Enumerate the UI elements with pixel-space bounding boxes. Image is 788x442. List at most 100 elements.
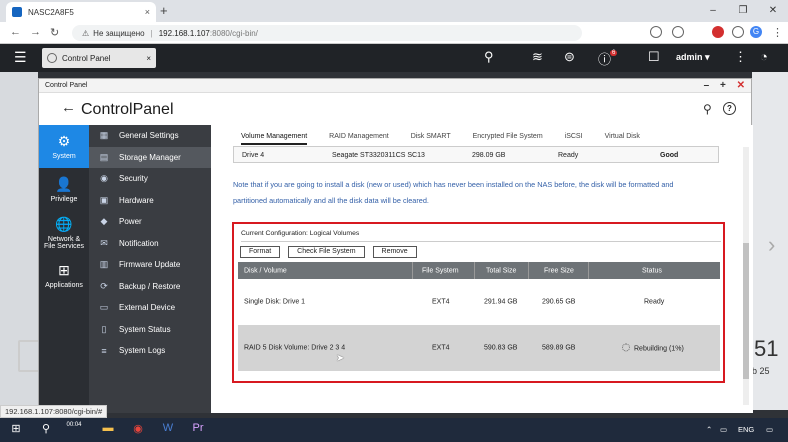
external-device-icon[interactable]: ⊜ (564, 49, 575, 65)
browser-tab[interactable]: NASC2A8F5 × (6, 2, 156, 22)
tab-raid-management[interactable]: RAID Management (329, 133, 389, 145)
notification-icon: ✉ (100, 237, 108, 248)
menu-label: Hardware (119, 195, 154, 205)
nav-label: Privilege (50, 196, 78, 203)
window-close-button[interactable]: ✕ (737, 80, 745, 91)
check-file-system-button[interactable]: Check File System (288, 246, 365, 258)
menu-storage-manager[interactable]: ▤ Storage Manager (89, 146, 211, 168)
window-minimize-button[interactable]: – (704, 80, 710, 91)
storage-subtabs: Volume Management RAID Management Disk S… (241, 133, 662, 145)
key-icon[interactable] (650, 26, 662, 38)
main-menu-icon[interactable]: ☰ (14, 49, 27, 66)
content-scrollbar[interactable] (743, 147, 749, 405)
menu-label: Power (119, 217, 142, 227)
app-tab-control-panel[interactable]: Control Panel × (42, 48, 156, 68)
table-header: Disk / Volume File System Total Size Fre… (238, 262, 720, 279)
menu-security[interactable]: ◉ Security (89, 168, 211, 190)
menu-label: Backup / Restore (119, 281, 181, 291)
settings-icon: ▦ (99, 130, 109, 141)
system-status-icon: ▯ (101, 323, 107, 334)
search-icon[interactable]: ⚲ (484, 49, 494, 65)
url-bar[interactable]: ⚠ Не защищено | 192.168.1.107 :8080/cgi-… (72, 25, 582, 41)
file-explorer-icon[interactable]: ▬ (100, 422, 116, 438)
tab-iscsi[interactable]: iSCSI (565, 133, 583, 145)
table-row[interactable]: RAID 5 Disk Volume: Drive 2 3 4 EXT4 590… (238, 325, 720, 371)
minimize-button[interactable]: – (698, 0, 728, 22)
menu-power[interactable]: ◆ Power (89, 211, 211, 233)
volumes-table: Disk / Volume File System Total Size Fre… (238, 262, 720, 371)
menu-firmware-update[interactable]: ▥ Firmware Update (89, 254, 211, 276)
cell-volume: RAID 5 Disk Volume: Drive 2 3 4 (244, 344, 346, 352)
menu-system-status[interactable]: ▯ System Status (89, 319, 211, 341)
close-window-button[interactable]: ✕ (758, 0, 788, 22)
globe-icon: 🌐 (55, 215, 73, 232)
format-warning-note: Note that if you are going to install a … (233, 180, 674, 205)
col-status: Status (642, 267, 662, 274)
menu-system-logs[interactable]: ≡ System Logs (89, 340, 211, 362)
nav-applications[interactable]: ⊞ Applications (39, 254, 89, 297)
security-label: Не защищено (93, 28, 145, 38)
tab-volume-management[interactable]: Volume Management (241, 133, 308, 145)
menu-general-settings[interactable]: ▦ General Settings (89, 125, 211, 147)
task-view-icon[interactable]: 00:04 (66, 422, 82, 438)
profile-avatar[interactable]: G (750, 26, 762, 38)
nav-label: Applications (45, 282, 83, 289)
status-url: 192.168.1.107:8080/cgi-bin/# (0, 405, 108, 418)
new-tab-button[interactable]: + (160, 3, 168, 18)
close-app-tab-icon[interactable]: × (146, 54, 151, 63)
close-tab-icon[interactable]: × (145, 7, 150, 17)
url-path: :8080/cgi-bin/ (209, 28, 258, 38)
chrome-icon[interactable]: ◉ (130, 422, 146, 438)
nav-privilege[interactable]: 👤 Privilege (39, 168, 89, 211)
nav-system[interactable]: ⚙ System (39, 125, 89, 168)
config-heading: Current Configuration: Logical Volumes (241, 230, 721, 242)
app-tab-label: Control Panel (62, 53, 111, 63)
forward-arrow-icon[interactable]: → (30, 26, 41, 38)
back-arrow-icon[interactable]: ← (10, 26, 21, 38)
background-tasks-icon[interactable]: ≋ (532, 49, 543, 65)
reload-icon[interactable]: ↻ (50, 26, 59, 39)
more-menu-icon[interactable]: ⋮ (772, 26, 783, 39)
chevron-right-icon[interactable]: › (768, 232, 775, 258)
browser-tab-strip: NASC2A8F5 × + – ❐ ✕ (0, 0, 788, 22)
search-icon[interactable]: ⚲ (703, 102, 712, 116)
search-icon[interactable]: ⚲ (38, 422, 54, 438)
format-button[interactable]: Format (240, 246, 281, 258)
opera-extension-icon[interactable] (712, 26, 724, 38)
nav-network-file-services[interactable]: 🌐 Network & File Services (39, 211, 89, 254)
table-row[interactable]: Single Disk: Drive 1 EXT4 291.94 GB 290.… (238, 279, 720, 325)
menu-backup-restore[interactable]: ⟳ Backup / Restore (89, 276, 211, 298)
maximize-button[interactable]: ❐ (728, 0, 758, 22)
tab-encrypted-file-system[interactable]: Encrypted File System (473, 133, 543, 145)
window-title-bar[interactable]: Control Panel – + ✕ (39, 79, 751, 93)
remove-button[interactable]: Remove (372, 246, 417, 258)
menu-external-device[interactable]: ▭ External Device (89, 297, 211, 319)
tab-virtual-disk[interactable]: Virtual Disk (605, 133, 640, 145)
notifications-icon[interactable]: ▭ (766, 425, 773, 434)
back-button[interactable]: ← (61, 99, 76, 116)
storage-manager-content: Volume Management RAID Management Disk S… (211, 125, 753, 413)
help-button[interactable]: ? (723, 102, 736, 115)
window-maximize-button[interactable]: + (720, 80, 726, 91)
extensions-icon[interactable] (732, 26, 744, 38)
menu-notification[interactable]: ✉ Notification (89, 233, 211, 255)
word-icon[interactable]: W (160, 422, 176, 438)
language-indicator[interactable]: ENG (738, 425, 754, 434)
mouse-cursor-icon: ➤ (336, 353, 345, 364)
dashboard-gauge-icon[interactable]: ◔ (760, 49, 768, 64)
more-options-icon[interactable]: ⋮ (734, 49, 747, 65)
scrollbar-thumb[interactable] (743, 243, 749, 379)
windows-start-icon[interactable]: ⊞ (8, 422, 24, 438)
backup-icon: ⟳ (100, 280, 108, 291)
col-free-size: Free Size (544, 267, 574, 274)
window-title: Control Panel (45, 82, 88, 89)
network-icon[interactable]: ▭ (720, 425, 727, 434)
user-menu[interactable]: admin ▾ (676, 52, 710, 63)
tray-chevron-icon[interactable]: ⌃ (706, 425, 712, 434)
recycle-bin-icon[interactable] (18, 340, 40, 372)
star-icon[interactable] (672, 26, 684, 38)
menu-hardware[interactable]: ▣ Hardware (89, 190, 211, 212)
premiere-icon[interactable]: Pr (190, 422, 206, 438)
tab-disk-smart[interactable]: Disk SMART (411, 133, 451, 145)
user-icon[interactable]: ☐ (648, 49, 660, 65)
